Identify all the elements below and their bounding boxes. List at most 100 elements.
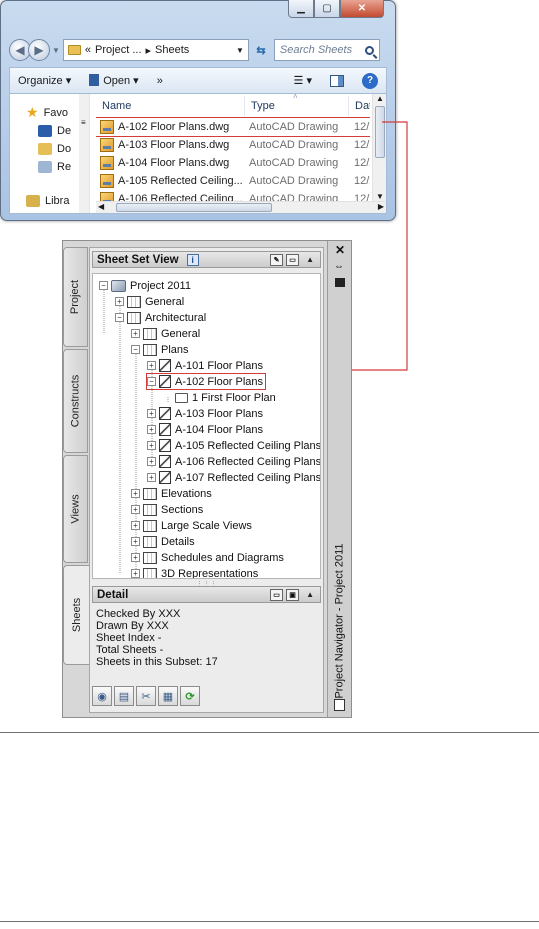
tree-node-architectural[interactable]: − Architectural	[115, 310, 206, 325]
tree-node-a104[interactable]: + A-104 Floor Plans	[147, 422, 263, 437]
expand-toggle-icon[interactable]: +	[147, 425, 156, 434]
expand-toggle-icon[interactable]: +	[131, 521, 140, 530]
tree-node-large-scale-views[interactable]: + Large Scale Views	[131, 518, 252, 533]
tree-node-a107[interactable]: + A-107 Reflected Ceiling Plans	[147, 470, 320, 485]
tree-node-elevations[interactable]: + Elevations	[131, 486, 212, 501]
tree-node-3d-representations[interactable]: + 3D Representations	[131, 566, 258, 578]
preview-icon[interactable]: ▣	[286, 588, 300, 601]
column-header-name[interactable]: Name	[96, 96, 248, 116]
tree-label: A-106 Reflected Ceiling Plans	[175, 455, 321, 468]
tree-node-schedules[interactable]: + Schedules and Diagrams	[131, 550, 284, 565]
scroll-right-icon[interactable]: ▶	[378, 202, 384, 211]
file-row-a105[interactable]: A-105 Reflected Ceiling... AutoCAD Drawi…	[96, 172, 370, 190]
forward-button[interactable]: ▶	[28, 39, 50, 61]
tree-node-details[interactable]: + Details	[131, 534, 195, 549]
expand-toggle-icon[interactable]: +	[147, 457, 156, 466]
tree-node-a103[interactable]: + A-103 Floor Plans	[147, 406, 263, 421]
file-list-vertical-scrollbar[interactable]: ▲ ▼	[372, 94, 386, 201]
change-view-button[interactable]: ☰ ▾	[294, 74, 312, 87]
file-row-a104[interactable]: A-104 Floor Plans.dwg AutoCAD Drawing 12…	[96, 154, 370, 172]
repath-icon[interactable]: ✎	[270, 253, 284, 266]
column-header-date[interactable]: Date	[348, 96, 370, 116]
refresh-button[interactable]: ⇆	[251, 39, 271, 61]
refresh-sheet-set-button[interactable]: ⟳	[180, 686, 200, 706]
tree-node-a105[interactable]: + A-105 Reflected Ceiling Plans	[147, 438, 320, 453]
sheet-list-button[interactable]: ▤	[114, 686, 134, 706]
tab-views[interactable]: Views	[63, 455, 88, 563]
sheet-properties-button[interactable]: ▦	[158, 686, 178, 706]
tree-node-a102[interactable]: − A-102 Floor Plans	[145, 373, 267, 390]
more-commands-button[interactable]: »	[157, 75, 163, 87]
column-header-type[interactable]: Type ˄	[244, 94, 348, 116]
expand-toggle-icon[interactable]: +	[147, 441, 156, 450]
palette-settings-icon[interactable]	[334, 699, 345, 711]
breadcrumb-separator-icon[interactable]: ▸	[146, 44, 152, 57]
collapse-toggle-icon[interactable]: −	[147, 377, 156, 386]
expand-toggle-icon[interactable]: +	[131, 553, 140, 562]
collapse-section-icon[interactable]: ▲	[306, 255, 314, 264]
detail-view-icon[interactable]: ▭	[270, 588, 284, 601]
help-icon[interactable]: ?	[362, 72, 378, 89]
nav-desktop[interactable]: De	[38, 125, 71, 137]
tab-project[interactable]: Project	[63, 247, 88, 347]
preview-pane-icon[interactable]	[330, 74, 344, 87]
collapse-detail-icon[interactable]: ▲	[306, 590, 314, 599]
search-input[interactable]: Search Sheets	[273, 39, 380, 61]
address-bar[interactable]: « Project ... ▸ Sheets ▼	[62, 39, 249, 61]
nav-favorites[interactable]: ★ Favo	[26, 104, 68, 121]
expand-toggle-icon[interactable]: +	[131, 489, 140, 498]
tree-node-plans[interactable]: − Plans	[131, 342, 189, 357]
tab-constructs[interactable]: Constructs	[63, 349, 88, 453]
auto-hide-icon[interactable]: ⇔	[334, 261, 344, 272]
tree-node-arch-general[interactable]: + General	[131, 326, 200, 341]
breadcrumb-project[interactable]: Project ...	[95, 44, 141, 56]
file-row-a102[interactable]: A-102 Floor Plans.dwg AutoCAD Drawing 12…	[96, 117, 370, 137]
horizontal-scroll-thumb[interactable]	[116, 203, 272, 212]
nav-recent[interactable]: Re	[38, 161, 71, 173]
address-overflow[interactable]: «	[85, 44, 91, 56]
tree-node-first-floor-plan[interactable]: 1 First Floor Plan	[163, 390, 276, 405]
tab-sheets[interactable]: Sheets	[63, 565, 90, 665]
minimize-button[interactable]: ▁	[288, 0, 314, 18]
search-icon[interactable]	[364, 45, 374, 55]
expand-toggle-icon[interactable]: +	[131, 537, 140, 546]
vertical-scroll-thumb[interactable]	[375, 106, 385, 158]
nav-downloads[interactable]: Do	[38, 143, 71, 155]
collapse-toggle-icon[interactable]: −	[99, 281, 108, 290]
maximize-button[interactable]: ▢	[314, 0, 340, 18]
expand-toggle-icon[interactable]: +	[131, 505, 140, 514]
expand-toggle-icon[interactable]: +	[147, 361, 156, 370]
expand-toggle-icon[interactable]: +	[131, 569, 140, 578]
tree-node-general[interactable]: + General	[115, 294, 184, 309]
file-row-a103[interactable]: A-103 Floor Plans.dwg AutoCAD Drawing 12…	[96, 136, 370, 154]
close-button[interactable]: ✕	[340, 0, 384, 18]
expand-toggle-icon[interactable]: +	[147, 409, 156, 418]
properties-menu-icon[interactable]	[335, 278, 345, 287]
view-options-icon[interactable]: ▭	[286, 253, 300, 266]
address-dropdown-icon[interactable]: ▼	[236, 46, 244, 55]
scroll-left-icon[interactable]: ◀	[98, 202, 104, 211]
transmittal-button[interactable]: ✂	[136, 686, 156, 706]
expand-toggle-icon[interactable]: +	[115, 297, 124, 306]
nav-scrollbar[interactable]: ≡	[79, 94, 89, 213]
organize-button[interactable]: Organize ▾	[18, 74, 71, 87]
tree-node-a101[interactable]: + A-101 Floor Plans	[147, 358, 263, 373]
file-list-horizontal-scrollbar[interactable]: ◀ ▶	[96, 201, 386, 213]
expand-toggle-icon[interactable]: +	[131, 329, 140, 338]
close-icon[interactable]: ✕	[335, 243, 345, 257]
tree-node-a106[interactable]: + A-106 Reflected Ceiling Plans	[147, 454, 321, 469]
file-row-a106[interactable]: A-106 Reflected Ceiling... AutoCAD Drawi…	[96, 190, 370, 201]
tree-node-project[interactable]: − Project 2011	[99, 278, 191, 293]
info-icon[interactable]: i	[186, 253, 199, 266]
breadcrumb-sheets[interactable]: Sheets	[155, 44, 189, 56]
recent-pages-chevron-icon[interactable]: ▼	[52, 46, 60, 55]
collapse-toggle-icon[interactable]: −	[115, 313, 124, 322]
expand-toggle-icon[interactable]: +	[147, 473, 156, 482]
scroll-up-icon[interactable]: ▲	[376, 94, 384, 103]
open-button[interactable]: Open ▾	[89, 74, 139, 87]
nav-libraries[interactable]: Libra	[26, 195, 69, 207]
collapse-toggle-icon[interactable]: −	[131, 345, 140, 354]
tree-node-sections[interactable]: + Sections	[131, 502, 203, 517]
scroll-down-icon[interactable]: ▼	[376, 192, 384, 201]
publish-button[interactable]: ◉	[92, 686, 112, 706]
